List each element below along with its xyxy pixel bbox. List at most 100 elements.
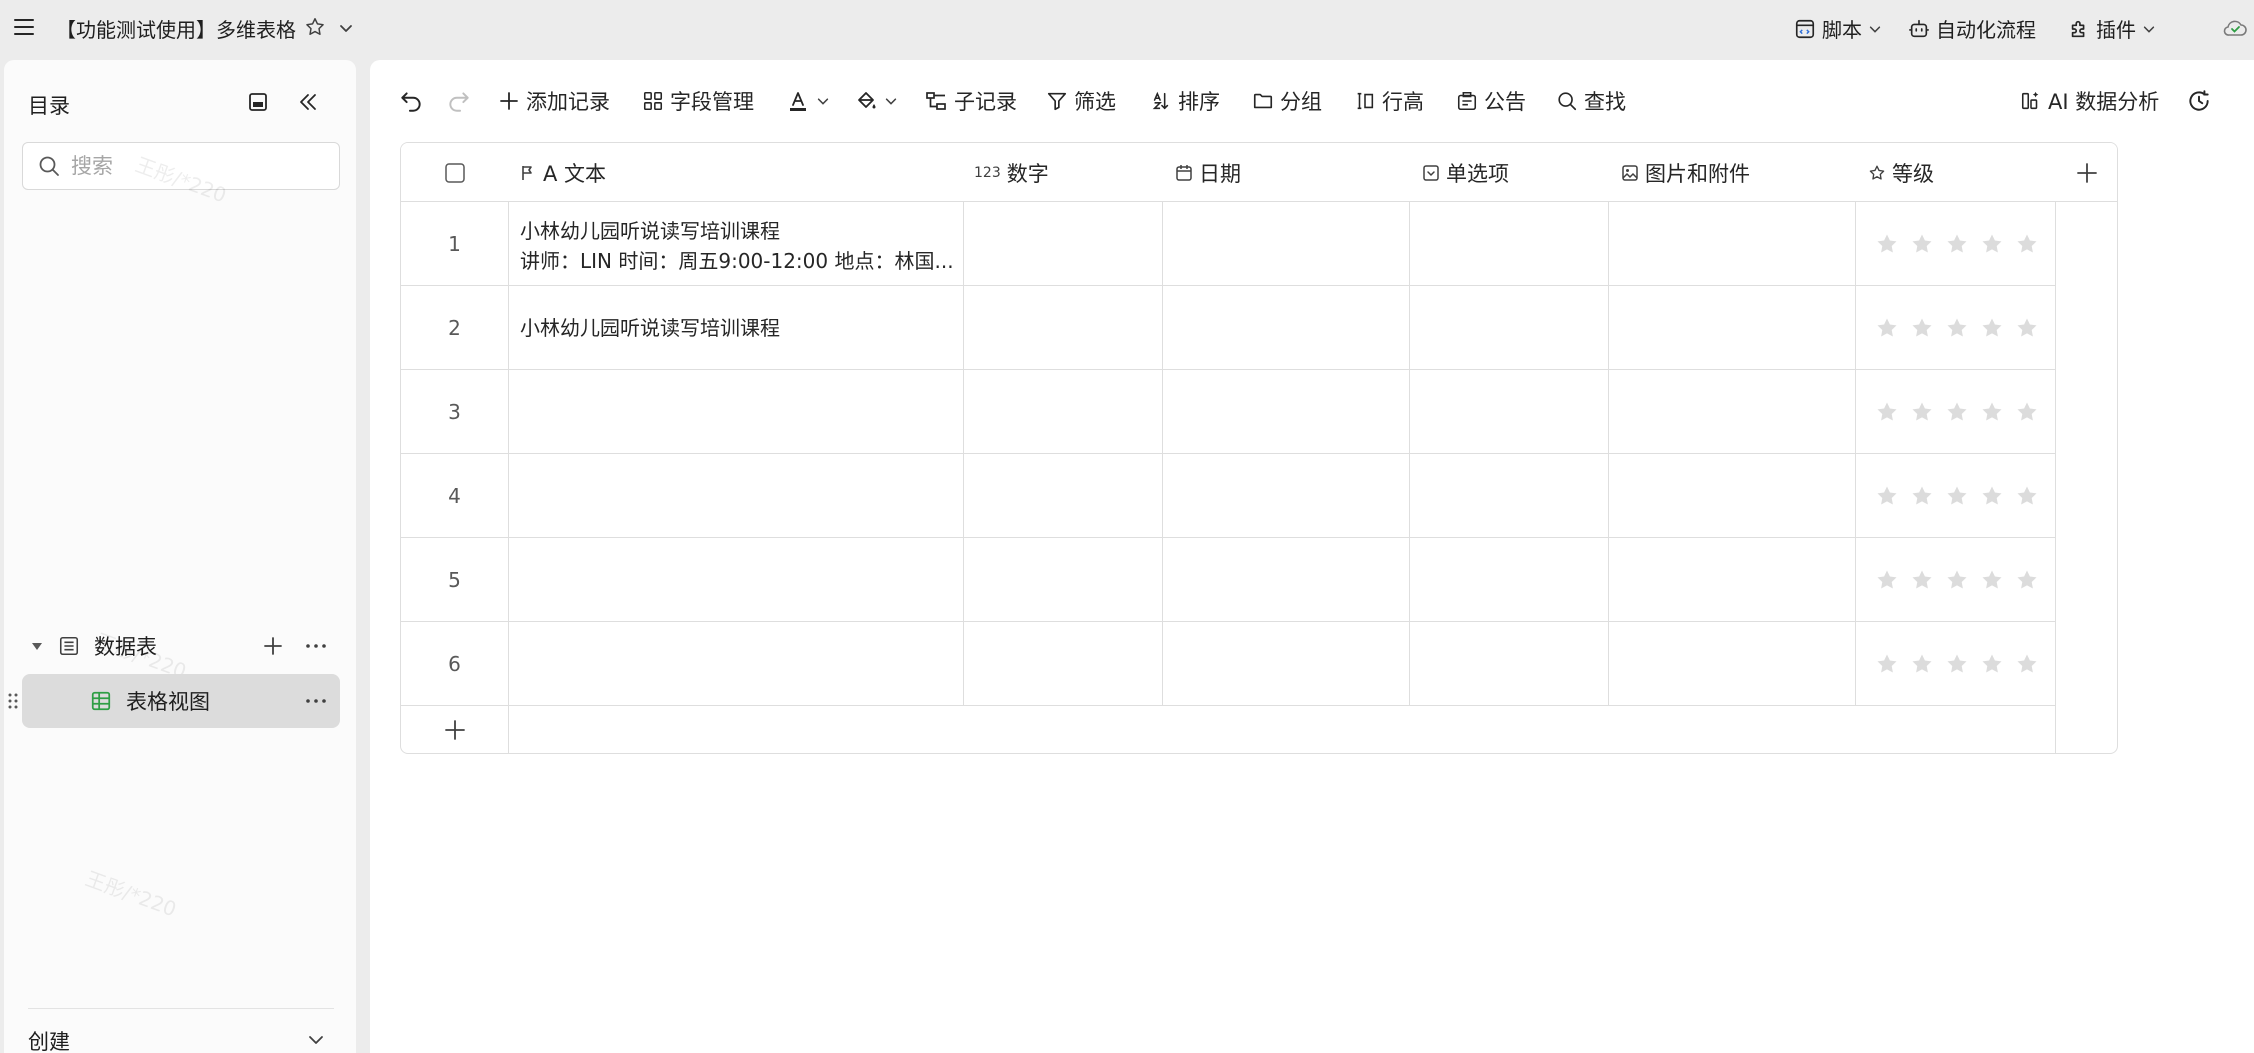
collapse-sidebar-icon[interactable]	[296, 90, 320, 114]
text-cell[interactable]: 小林幼儿园听说读写培训课程	[520, 313, 960, 343]
rating-star-icon[interactable]	[1910, 568, 1934, 592]
chevron-down-icon[interactable]	[306, 1030, 326, 1050]
undo-button[interactable]	[398, 88, 424, 114]
rating-cell[interactable]	[1875, 484, 2039, 508]
menu-icon[interactable]	[12, 15, 36, 39]
search-icon	[39, 156, 59, 176]
rating-cell[interactable]	[1875, 232, 2039, 256]
sidebar-search-box[interactable]	[22, 142, 340, 190]
tree-group-datatable[interactable]: 数据表	[22, 626, 340, 666]
cell-line: 小林幼儿园听说读写培训课程	[520, 219, 780, 243]
sort-button[interactable]: 排序	[1150, 88, 1220, 114]
document-title[interactable]: 【功能测试使用】多维表格	[56, 14, 296, 43]
tree-item-grid-view[interactable]: 表格视图	[8, 674, 340, 728]
more-icon[interactable]	[304, 690, 328, 712]
redo-button[interactable]	[446, 88, 472, 114]
rating-star-icon[interactable]	[1910, 400, 1934, 424]
group-button[interactable]: 分组	[1252, 88, 1322, 114]
drag-handle-icon[interactable]	[8, 692, 18, 710]
sub-record-button[interactable]: 子记录	[924, 88, 1017, 114]
rating-star-icon[interactable]	[1980, 232, 2004, 256]
text-color-button[interactable]	[786, 88, 830, 114]
cell-line: 讲师：LIN 时间：周五9:00-12:00 地点：林国...	[520, 249, 954, 273]
group-label: 分组	[1280, 90, 1322, 114]
select-all-checkbox[interactable]	[444, 143, 466, 202]
rating-star-icon[interactable]	[1910, 484, 1934, 508]
create-section-label[interactable]: 创建	[28, 1026, 70, 1053]
rating-star-icon[interactable]	[1980, 652, 2004, 676]
paint-bucket-icon	[858, 92, 876, 109]
rating-star-icon[interactable]	[1910, 232, 1934, 256]
rating-star-icon[interactable]	[1945, 316, 1969, 340]
watermark: 王彤/*220	[82, 866, 180, 922]
rating-star-icon[interactable]	[2015, 316, 2039, 340]
rating-star-icon[interactable]	[2015, 568, 2039, 592]
rating-cell[interactable]	[1875, 652, 2039, 676]
filter-button[interactable]: 筛选	[1046, 88, 1116, 114]
panel-toggle-icon[interactable]	[246, 90, 270, 114]
rating-star-icon[interactable]	[1980, 400, 2004, 424]
rating-cell[interactable]	[1875, 316, 2039, 340]
rating-star-icon[interactable]	[1875, 484, 1899, 508]
column-header-number[interactable]: 123 数字	[974, 143, 1049, 202]
rating-star-icon[interactable]	[1875, 232, 1899, 256]
filter-icon	[1047, 92, 1067, 111]
find-button[interactable]: 查找	[1556, 88, 1626, 114]
add-table-icon[interactable]	[262, 635, 284, 657]
table-row[interactable]: 2 小林幼儿园听说读写培训课程	[401, 286, 2056, 370]
table-row[interactable]: 4	[401, 454, 2056, 538]
table-row[interactable]: 6	[401, 622, 2056, 706]
fill-color-button[interactable]	[854, 88, 898, 114]
rating-star-icon[interactable]	[1945, 484, 1969, 508]
table-row[interactable]: 5	[401, 538, 2056, 622]
add-row-button[interactable]	[401, 706, 2056, 753]
table-row[interactable]: 3	[401, 370, 2056, 454]
rating-star-icon[interactable]	[1980, 568, 2004, 592]
tree-group-label: 数据表	[94, 635, 157, 659]
column-header-rating[interactable]: 等级	[1868, 143, 1934, 202]
column-header-text[interactable]: A 文本	[519, 143, 606, 202]
caret-down-icon[interactable]	[28, 637, 46, 655]
rating-star-icon[interactable]	[1945, 400, 1969, 424]
column-header-single-select[interactable]: 单选项	[1422, 143, 1509, 202]
rating-star-icon[interactable]	[1875, 652, 1899, 676]
script-icon	[1795, 19, 1815, 38]
automation-menu[interactable]: 自动化流程	[1908, 14, 2036, 43]
column-header-label: 单选项	[1446, 161, 1509, 186]
title-chevron-down-icon[interactable]	[338, 20, 354, 36]
plugin-menu[interactable]: 插件	[2068, 14, 2156, 43]
table-row[interactable]: 1 小林幼儿园听说读写培训课程 讲师：LIN 时间：周五9:00-12:00 地…	[401, 202, 2056, 286]
add-record-button[interactable]: 添加记录	[498, 88, 610, 114]
favorite-star-icon[interactable]	[304, 16, 326, 38]
text-cell[interactable]: 小林幼儿园听说读写培训课程 讲师：LIN 时间：周五9:00-12:00 地点：…	[520, 216, 960, 276]
rating-star-icon[interactable]	[1910, 316, 1934, 340]
field-manage-button[interactable]: 字段管理	[642, 88, 754, 114]
rating-star-icon[interactable]	[1980, 316, 2004, 340]
rating-star-icon[interactable]	[1945, 568, 1969, 592]
rating-star-icon[interactable]	[1945, 652, 1969, 676]
rating-star-icon[interactable]	[1875, 400, 1899, 424]
rating-star-icon[interactable]	[2015, 232, 2039, 256]
rating-star-icon[interactable]	[2015, 484, 2039, 508]
rating-star-icon[interactable]	[1945, 232, 1969, 256]
row-height-button[interactable]: 行高	[1354, 88, 1424, 114]
rating-cell[interactable]	[1875, 400, 2039, 424]
more-icon[interactable]	[304, 635, 328, 657]
sidebar-search-input[interactable]	[71, 154, 311, 178]
column-header-date[interactable]: 日期	[1175, 143, 1241, 202]
ai-analysis-button[interactable]: AI 数据分析	[2020, 88, 2159, 114]
rating-star-icon[interactable]	[1980, 484, 2004, 508]
rating-star-icon[interactable]	[1875, 568, 1899, 592]
script-menu[interactable]: 脚本	[1794, 14, 1882, 43]
rating-star-icon[interactable]	[1875, 316, 1899, 340]
history-button[interactable]	[2186, 88, 2212, 114]
rating-star-icon[interactable]	[1910, 652, 1934, 676]
rating-star-icon[interactable]	[2015, 400, 2039, 424]
notice-button[interactable]: 公告	[1456, 88, 1526, 114]
sort-label: 排序	[1178, 90, 1220, 114]
add-column-button[interactable]	[2075, 143, 2099, 202]
column-header-attachment[interactable]: 图片和附件	[1621, 143, 1750, 202]
rating-cell[interactable]	[1875, 568, 2039, 592]
sort-icon	[1152, 91, 1169, 110]
rating-star-icon[interactable]	[2015, 652, 2039, 676]
